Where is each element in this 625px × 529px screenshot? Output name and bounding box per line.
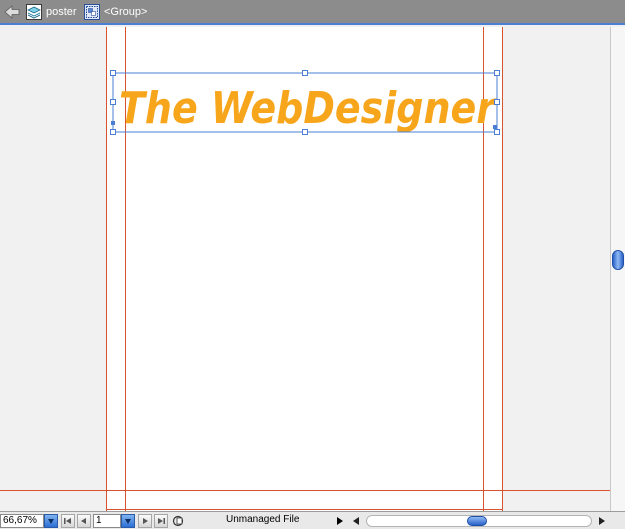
handle-top-middle <box>302 70 308 76</box>
handle-top-right <box>494 70 500 76</box>
file-status-text: Unmanaged File <box>226 514 300 525</box>
last-page-icon <box>158 518 165 524</box>
vertical-scroll-thumb[interactable] <box>612 250 624 270</box>
headline-text[interactable]: The WebDesigner <box>119 83 497 134</box>
isolation-mode-bar: poster <Group> <box>0 0 625 25</box>
illustrator-document-window: poster <Group> The WebDesigner 66,67% 1 … <box>0 0 625 529</box>
first-page-icon <box>64 518 71 524</box>
page-number-field[interactable]: 1 <box>93 514 121 528</box>
version-cue-icon[interactable] <box>172 515 186 527</box>
anchor-point <box>493 125 497 129</box>
status-bar: 66,67% 1 Unmanaged File <box>0 511 625 529</box>
zoom-level-field[interactable]: 66,67% <box>0 514 44 528</box>
scroll-left-icon[interactable] <box>352 517 360 525</box>
handle-bottom-middle <box>302 129 308 135</box>
breadcrumb-layer[interactable]: poster <box>26 3 77 21</box>
pasteboard[interactable]: The WebDesigner <box>0 27 610 511</box>
selection-layer: The WebDesigner <box>110 70 500 135</box>
breadcrumb-group[interactable]: <Group> <box>84 3 147 21</box>
breadcrumb-group-label: <Group> <box>104 6 148 18</box>
horizontal-scroll-track[interactable] <box>366 515 592 527</box>
group-icon <box>84 4 100 20</box>
handle-middle-left <box>110 99 116 105</box>
last-page-button[interactable] <box>154 514 168 528</box>
handle-middle-right <box>494 99 500 105</box>
play-icon[interactable] <box>336 516 344 526</box>
vertical-scrollbar[interactable] <box>610 27 625 511</box>
first-page-button[interactable] <box>61 514 75 528</box>
next-page-button[interactable] <box>138 514 152 528</box>
next-page-icon <box>143 518 148 524</box>
previous-page-button[interactable] <box>77 514 91 528</box>
previous-page-icon <box>81 518 86 524</box>
zoom-dropdown-button[interactable] <box>44 514 58 528</box>
layer-icon <box>26 4 42 20</box>
horizontal-scrollbar[interactable] <box>348 514 610 528</box>
handle-bottom-right <box>494 129 500 135</box>
handle-bottom-left <box>110 129 116 135</box>
breadcrumb-layer-label: poster <box>46 6 77 18</box>
handle-top-left <box>110 70 116 76</box>
scroll-right-icon[interactable] <box>598 517 606 525</box>
horizontal-scroll-thumb[interactable] <box>467 516 487 526</box>
anchor-point <box>111 121 115 125</box>
arrow-left-icon[interactable] <box>4 5 20 19</box>
page-dropdown-button[interactable] <box>121 514 135 528</box>
